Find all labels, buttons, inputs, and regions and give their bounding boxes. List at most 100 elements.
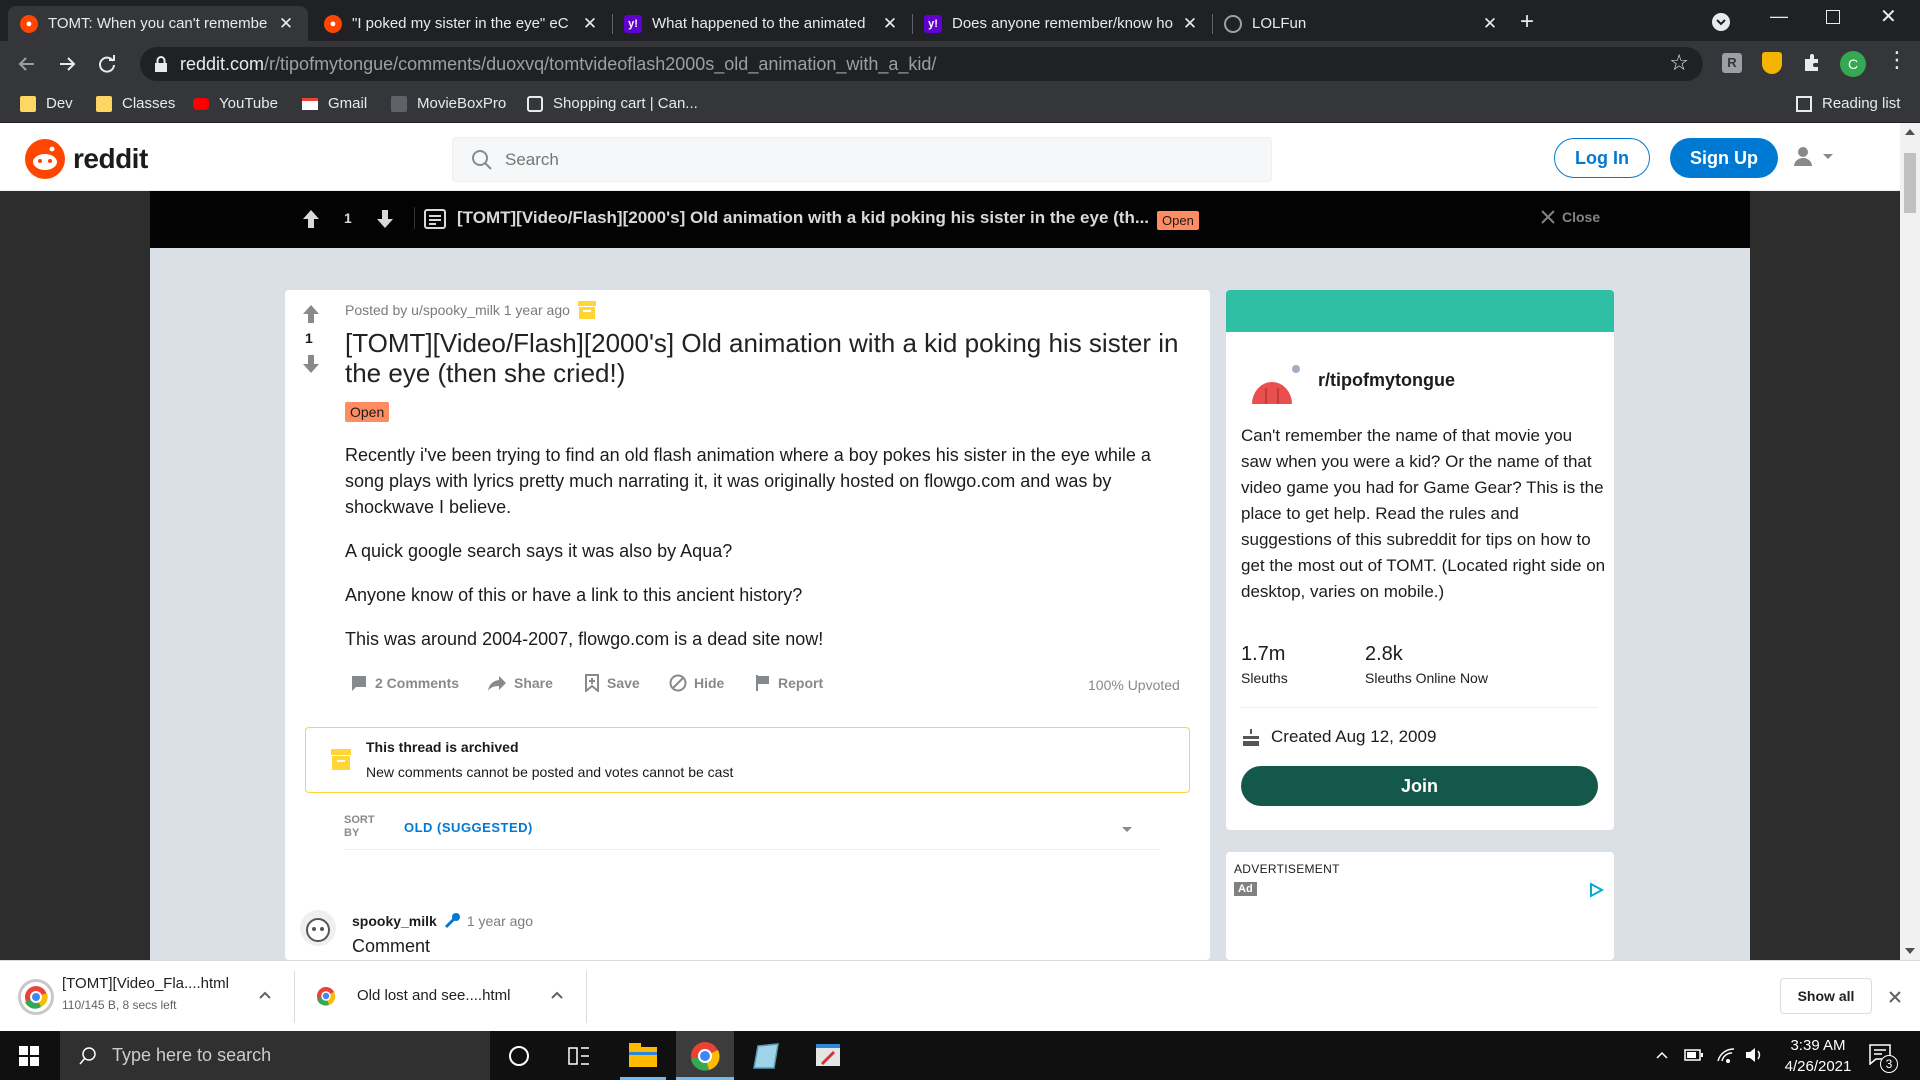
- chevron-down-icon[interactable]: [1120, 822, 1134, 836]
- chrome-taskbar-button[interactable]: [676, 1031, 734, 1080]
- bookmark-shopping-cart[interactable]: Shopping cart | Can...: [527, 95, 698, 112]
- comment-sort[interactable]: SORT BY OLD (SUGGESTED): [344, 814, 1160, 850]
- chrome-icon: [317, 987, 336, 1006]
- flair-badge: Open: [345, 402, 390, 422]
- online-count: 2.8k: [1365, 643, 1403, 665]
- tab-lolfun[interactable]: LOLFun ✕: [1212, 6, 1512, 41]
- app-icon[interactable]: [752, 1042, 780, 1070]
- bookmark-classes[interactable]: Classes: [96, 95, 175, 112]
- tab-does-anyone[interactable]: y! Does anyone remember/know ho ✕: [912, 6, 1212, 41]
- volume-icon[interactable]: [1744, 1046, 1764, 1064]
- share-button[interactable]: Share: [487, 674, 553, 692]
- wifi-icon[interactable]: [1716, 1045, 1736, 1065]
- reload-icon[interactable]: [96, 53, 118, 75]
- login-button[interactable]: Log In: [1554, 138, 1650, 178]
- scroll-thumb[interactable]: [1904, 153, 1916, 213]
- shield-extension-icon[interactable]: [1762, 52, 1782, 74]
- post-author-link[interactable]: u/spooky_milk: [411, 302, 500, 318]
- close-post-button[interactable]: Close: [1540, 209, 1600, 225]
- sticky-post-title[interactable]: [TOMT][Video/Flash][2000's] Old animatio…: [457, 208, 1149, 228]
- youtube-icon: [193, 97, 209, 110]
- bookmark-youtube[interactable]: YouTube: [193, 95, 278, 112]
- downvote-icon[interactable]: [302, 354, 320, 374]
- flair-badge: Open: [1157, 211, 1199, 230]
- comment-author[interactable]: spooky_milk: [352, 913, 437, 929]
- op-mic-icon: [444, 913, 460, 929]
- task-view-icon[interactable]: [568, 1045, 590, 1067]
- scroll-up-icon[interactable]: [1905, 129, 1915, 135]
- upvote-icon[interactable]: [302, 304, 320, 324]
- sort-value[interactable]: OLD (SUGGESTED): [404, 820, 533, 835]
- page-scrollbar[interactable]: [1900, 123, 1920, 960]
- clock-date: 4/26/2021: [1784, 1058, 1852, 1075]
- comment-header: spooky_milk 1 year ago: [352, 912, 533, 930]
- adchoices-icon[interactable]: [1588, 882, 1604, 898]
- snipping-tool-icon[interactable]: [814, 1042, 842, 1070]
- close-tab-icon[interactable]: ✕: [580, 14, 600, 34]
- downvote-icon[interactable]: [376, 209, 394, 229]
- bookmarks-bar: Dev Classes YouTube Gmail MovieBoxPro Sh…: [0, 87, 1920, 123]
- user-menu[interactable]: [1792, 145, 1836, 167]
- extension-icon[interactable]: R: [1722, 53, 1742, 73]
- reddit-logo[interactable]: reddit: [25, 139, 148, 179]
- report-button[interactable]: Report: [755, 674, 823, 692]
- folder-icon: [96, 95, 112, 112]
- subreddit-icon[interactable]: [1246, 358, 1302, 415]
- scroll-down-icon[interactable]: [1905, 948, 1915, 954]
- download-status: 110/145 B, 8 secs left: [62, 998, 177, 1012]
- signup-button[interactable]: Sign Up: [1670, 138, 1778, 178]
- subreddit-name[interactable]: r/tipofmytongue: [1318, 370, 1455, 391]
- close-window-icon[interactable]: ✕: [1880, 4, 1897, 29]
- search-input[interactable]: [505, 149, 1205, 170]
- tab-poked-sister[interactable]: ● "I poked my sister in the eye" eC ✕: [312, 6, 612, 41]
- forward-icon[interactable]: [56, 53, 78, 75]
- address-bar[interactable]: reddit.com/r/tipofmytongue/comments/duox…: [140, 47, 1703, 81]
- chevron-up-icon[interactable]: [1655, 1049, 1669, 1061]
- close-tab-icon[interactable]: ✕: [276, 14, 296, 34]
- divider: [414, 207, 415, 229]
- bookmark-dev[interactable]: Dev: [20, 95, 73, 112]
- divider: [1241, 707, 1598, 708]
- cortana-icon[interactable]: [509, 1046, 529, 1066]
- chevron-up-icon[interactable]: [258, 989, 272, 1001]
- notification-center[interactable]: 3: [1868, 1043, 1898, 1073]
- close-tab-icon[interactable]: ✕: [1480, 14, 1500, 34]
- comments-button[interactable]: 2 Comments: [350, 674, 459, 692]
- notification-count: 3: [1880, 1055, 1898, 1073]
- close-icon[interactable]: [1888, 990, 1902, 1004]
- bookmark-gmail[interactable]: Gmail: [302, 95, 367, 112]
- minimize-icon[interactable]: —: [1770, 6, 1788, 27]
- file-explorer-button[interactable]: [616, 1031, 670, 1080]
- upvote-icon[interactable]: [302, 209, 320, 229]
- search-box[interactable]: [452, 137, 1272, 182]
- back-icon[interactable]: [16, 53, 38, 75]
- browser-menu-icon[interactable]: ⋮: [1886, 47, 1908, 73]
- tab-search-icon[interactable]: [1712, 13, 1730, 31]
- download-item-2[interactable]: Old lost and see....html: [357, 987, 510, 1004]
- reddit-icon: ●: [324, 14, 342, 33]
- taskbar-search-placeholder: Type here to search: [112, 1045, 272, 1065]
- save-button[interactable]: Save: [584, 674, 640, 692]
- join-button[interactable]: Join: [1241, 766, 1598, 806]
- snoo-avatar-icon: [306, 918, 330, 942]
- bookmark-star-icon[interactable]: ☆: [1669, 50, 1689, 76]
- taskbar-search[interactable]: Type here to search: [60, 1031, 490, 1080]
- avatar[interactable]: [300, 910, 336, 946]
- reading-list-button[interactable]: Reading list: [1796, 95, 1900, 112]
- download-item-1[interactable]: [TOMT][Video_Fla....html 110/145 B, 8 se…: [62, 975, 229, 1012]
- clock[interactable]: 3:39 AM 4/26/2021: [1778, 1035, 1858, 1077]
- restore-icon[interactable]: [1826, 10, 1840, 24]
- tab-what-happened[interactable]: y! What happened to the animated ✕: [612, 6, 912, 41]
- hide-button[interactable]: Hide: [669, 674, 724, 692]
- windows-start-icon[interactable]: [19, 1046, 39, 1066]
- new-tab-button[interactable]: +: [1520, 8, 1534, 36]
- close-tab-icon[interactable]: ✕: [880, 14, 900, 34]
- battery-icon[interactable]: [1684, 1048, 1704, 1062]
- bookmark-movieboxpro[interactable]: MovieBoxPro: [391, 95, 506, 112]
- puzzle-extensions-icon[interactable]: [1802, 53, 1822, 73]
- profile-avatar[interactable]: C: [1840, 51, 1866, 77]
- tab-tomt[interactable]: ● TOMT: When you can't remembe ✕: [8, 6, 308, 41]
- chevron-up-icon[interactable]: [550, 989, 564, 1001]
- show-all-button[interactable]: Show all: [1780, 978, 1872, 1014]
- close-tab-icon[interactable]: ✕: [1180, 14, 1200, 34]
